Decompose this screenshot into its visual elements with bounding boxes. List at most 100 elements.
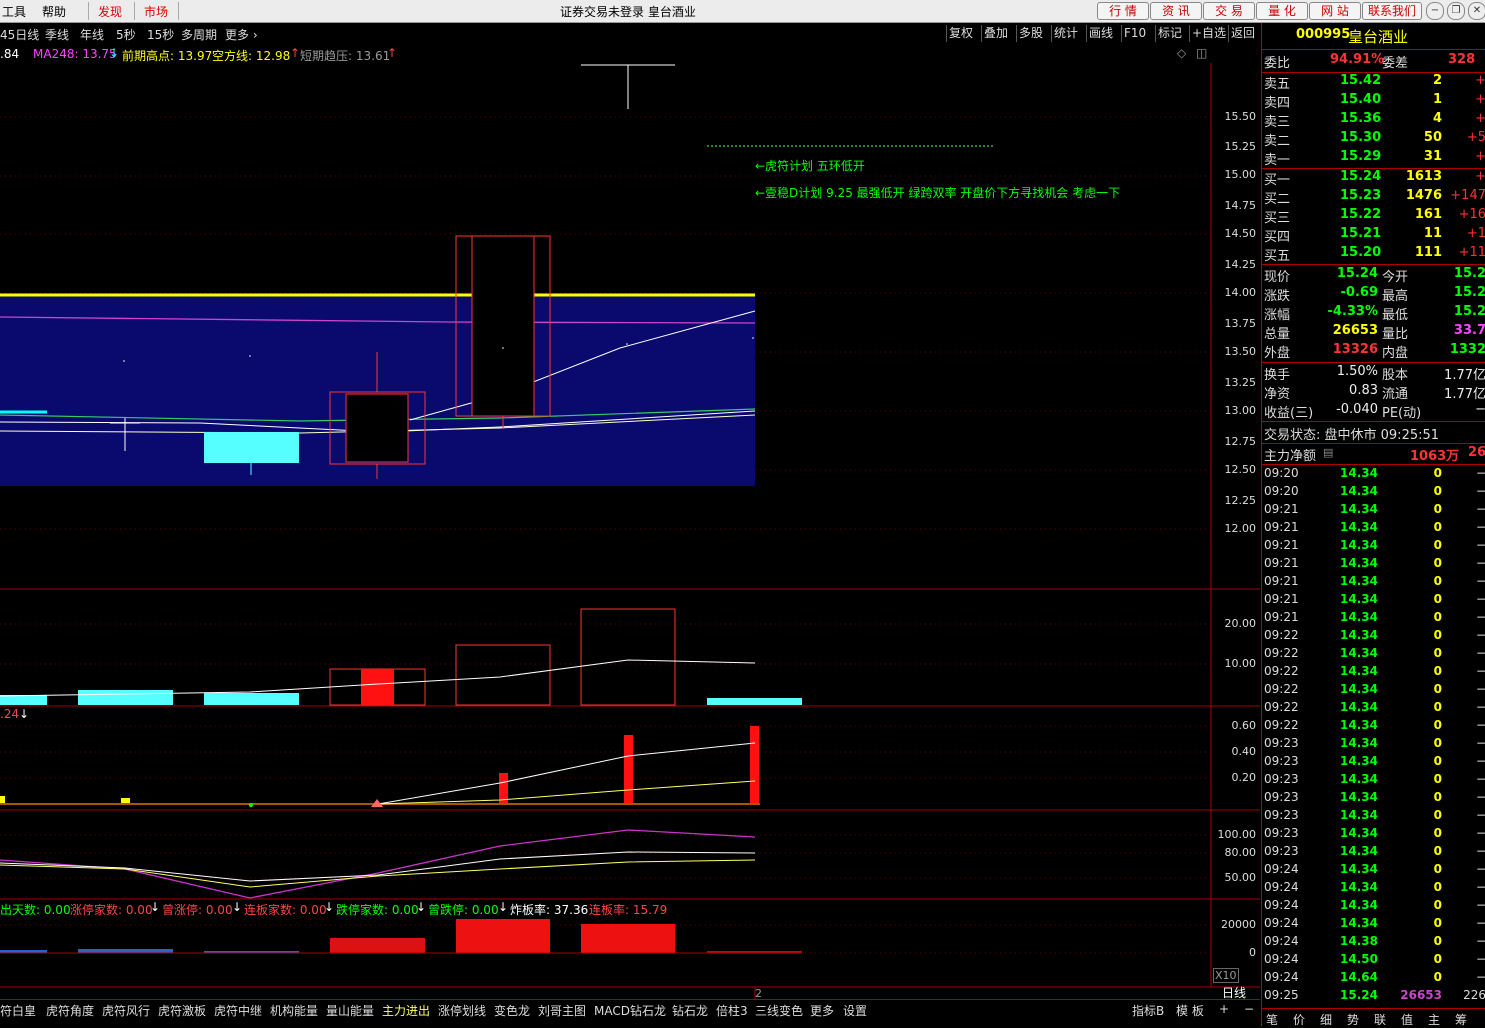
bid-label: 买一 [1264,173,1291,188]
bid-row[interactable]: 买二 15.23 1476 +147 [1262,188,1485,207]
stat-label: 现价 [1264,270,1291,285]
tab-more[interactable]: 更多 [810,1002,834,1019]
menu-tools[interactable]: 工具 [2,3,26,20]
ask-row[interactable]: 卖五 15.42 2 + [1262,73,1485,92]
website-button[interactable]: 网 站 [1309,2,1361,20]
tool-f10[interactable]: F10 [1121,25,1148,42]
tab-indicator[interactable]: 倍柱3 [716,1002,748,1019]
ask-row[interactable]: 卖一 15.29 31 + [1262,149,1485,168]
quote-tab[interactable]: 筹 [1455,1011,1467,1028]
weibi-label: 委比 [1264,56,1291,71]
tool-draw[interactable]: 画线 [1086,25,1115,42]
quote-tab[interactable]: 势 [1347,1011,1359,1028]
stock-name: 皇台酒业 [1348,28,1409,46]
tool-fuquan[interactable]: 复权 [946,25,975,42]
tick-extra: − [1475,754,1485,768]
ask-change: + [1475,149,1485,164]
quote-tab[interactable]: 价 [1293,1011,1305,1028]
period-year[interactable]: 年线 [80,26,104,43]
tab-indicator[interactable]: 量山能量 [326,1002,374,1019]
tab-settings[interactable]: 设置 [843,1002,867,1019]
tick-extra: − [1475,934,1485,948]
tick-volume: 0 [1433,844,1442,858]
menu-market[interactable]: 市场 [144,3,168,20]
tool-overlay[interactable]: 叠加 [981,25,1010,42]
stat-label: 净资 [1264,387,1291,402]
tab-indicator[interactable]: 机构能量 [270,1002,318,1019]
indicator-b-button[interactable]: 指标B [1132,1002,1164,1019]
ind3-axis-label: 80.00 [1224,846,1257,859]
ask-row[interactable]: 卖四 15.40 1 + [1262,92,1485,111]
period-quarter[interactable]: 季线 [45,26,69,43]
tab-indicator[interactable]: 符白皇 [0,1002,36,1019]
close-icon[interactable]: ✕ [1468,2,1485,20]
stat-label: 内盘 [1382,346,1409,361]
period-multi[interactable]: 多周期 [181,26,217,43]
trade-button[interactable]: 交 易 [1203,2,1255,20]
tab-indicator[interactable]: 虎符风行 [102,1002,150,1019]
quote-tab[interactable]: 笔 [1266,1011,1278,1028]
stat-label: 今开 [1382,270,1409,285]
bid-row[interactable]: 买五 15.20 111 +11 [1262,245,1485,264]
period-15sec[interactable]: 15秒 [147,26,174,43]
ask-row[interactable]: 卖二 15.30 50 +5 [1262,130,1485,149]
restore-icon[interactable]: ❐ [1447,2,1465,20]
tab-indicator[interactable]: 变色龙 [494,1002,530,1019]
period-more[interactable]: 更多 › [225,26,258,43]
tick-price: 14.34 [1340,718,1378,732]
tool-add-watch[interactable]: +自选 [1189,25,1228,42]
quote-button[interactable]: 行 情 [1097,2,1149,20]
diamond-icon[interactable]: ◇ [1177,46,1186,60]
tab-indicator[interactable]: 虎符角度 [46,1002,94,1019]
quote-tab[interactable]: 主 [1428,1011,1440,1028]
quant-button[interactable]: 量 化 [1256,2,1308,20]
tab-indicator[interactable]: MACD钻石龙 [594,1002,666,1019]
bid-row[interactable]: 买四 15.21 11 +1 [1262,226,1485,245]
tab-indicator[interactable]: 三线变色 [755,1002,803,1019]
stat-was-limitdown: 曾跌停: 0.00 [428,903,499,917]
tab-indicator[interactable]: 虎符中继 [214,1002,262,1019]
stat-value: -4.33% [1327,304,1379,319]
tick-volume: 0 [1433,466,1442,480]
menu-help[interactable]: 帮助 [42,3,66,20]
tool-back[interactable]: 返回 [1228,25,1257,42]
template-button[interactable]: 模 板 [1176,1002,1204,1019]
tool-multistock[interactable]: 多股 [1016,25,1045,42]
tick-time: 09:21 [1264,556,1299,570]
menu-discover[interactable]: 发现 [98,3,122,20]
tool-stats[interactable]: 统计 [1051,25,1080,42]
stat-row: 涨跌 -0.69 最高 15.2 [1262,285,1485,304]
stat-label: 最高 [1382,289,1409,304]
tab-indicator[interactable]: 钻石龙 [672,1002,708,1019]
ind2-label: .24 [0,707,20,721]
tab-indicator-active[interactable]: 主力进出 [382,1002,430,1019]
tab-indicator[interactable]: 涨停划线 [438,1002,486,1019]
tick-extra: − [1475,862,1485,876]
minimize-icon[interactable]: − [1426,2,1444,20]
bid-row[interactable]: 买一 15.24 1613 + [1262,169,1485,188]
bid-row[interactable]: 买三 15.22 161 +16 [1262,207,1485,226]
quote-tab[interactable]: 联 [1374,1011,1386,1028]
tick-row: 09:21 14.34 0 − [1262,502,1485,520]
ask-row[interactable]: 卖三 15.36 4 + [1262,111,1485,130]
quote-tab[interactable]: 细 [1320,1011,1332,1028]
tab-indicator[interactable]: 刘哥主图 [538,1002,586,1019]
period-45day[interactable]: 45日线 [0,26,39,43]
tick-price: 14.34 [1340,520,1378,534]
tab-indicator[interactable]: 虎符激板 [158,1002,206,1019]
news-button[interactable]: 资 讯 [1150,2,1202,20]
tick-extra: − [1475,484,1485,498]
tick-extra: − [1475,646,1485,660]
tool-mark[interactable]: 标记 [1155,25,1184,42]
add-button[interactable]: + [1219,1002,1229,1016]
quote-tab[interactable]: 值 [1401,1011,1413,1028]
stat-row: 涨幅 -4.33% 最低 15.2 [1262,304,1485,323]
stat-row: 收益(三) -0.040 PE(动) − [1262,402,1485,421]
contact-button[interactable]: 联系我们 [1362,2,1422,20]
list-icon[interactable]: ▤ [1323,446,1333,459]
tick-price: 14.34 [1340,808,1378,822]
panel-toggle-icon[interactable]: ◫ [1196,46,1207,60]
remove-button[interactable]: − [1244,1002,1254,1016]
tick-time: 09:24 [1264,934,1299,948]
period-5sec[interactable]: 5秒 [116,26,136,43]
